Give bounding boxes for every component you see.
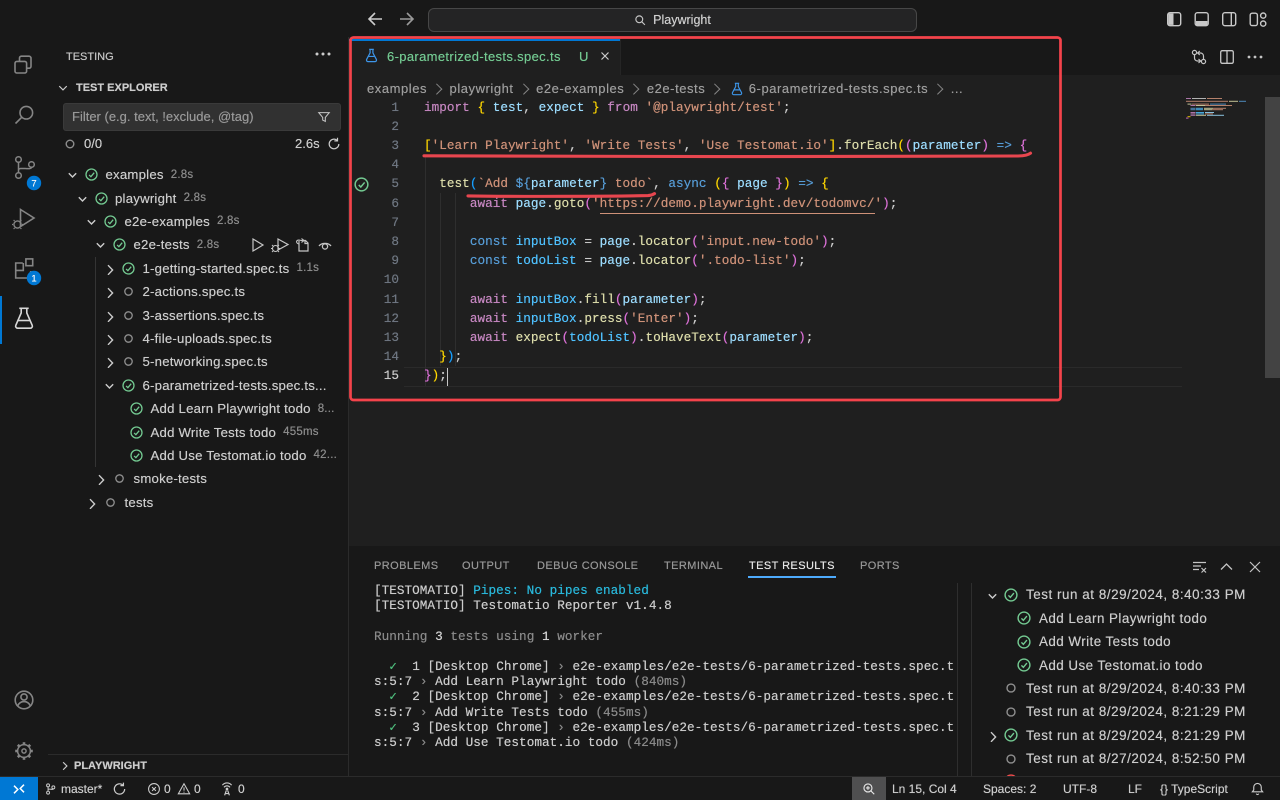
svg-text:1: 1 <box>31 274 36 285</box>
svg-text:7: 7 <box>31 179 36 190</box>
